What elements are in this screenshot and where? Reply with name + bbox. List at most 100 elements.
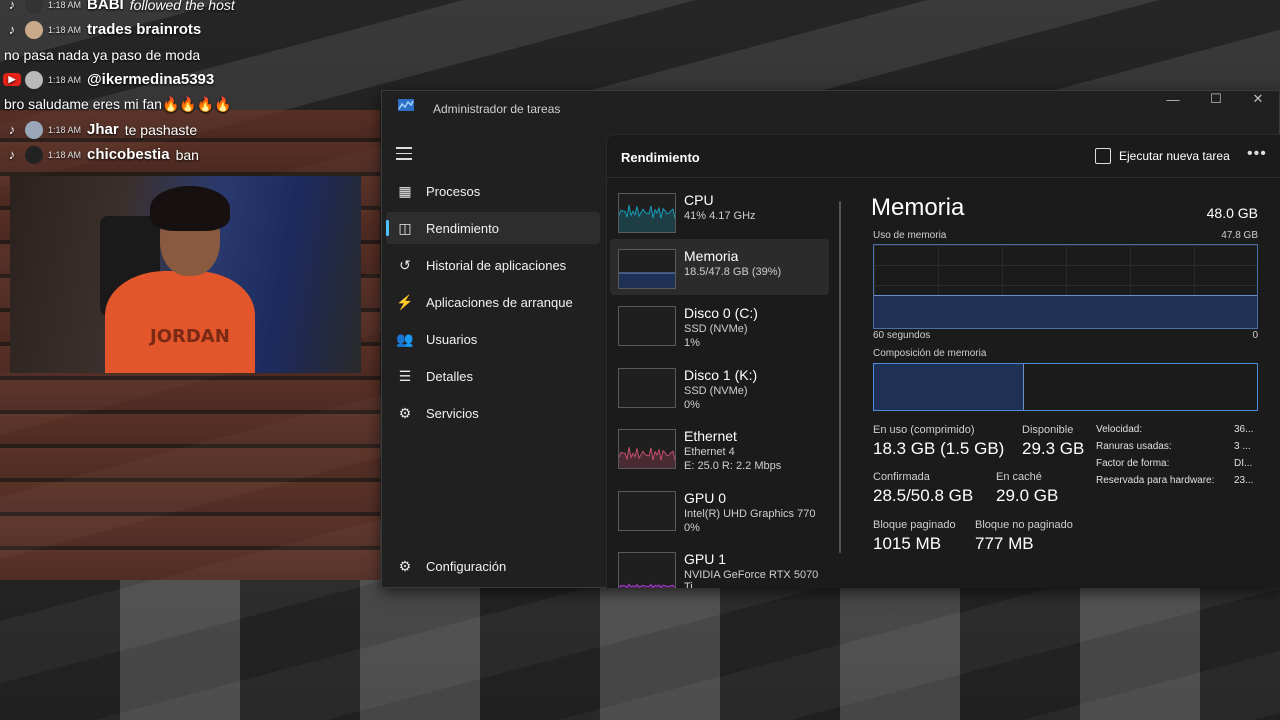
memory-stat: En uso (comprimido) 18.3 GB (1.5 GB): [873, 424, 1004, 459]
active-indicator: [386, 220, 389, 236]
resource-name: GPU 0: [684, 490, 727, 506]
resource-item-disco-0-c[interactable]: Disco 0 (C:) SSD (NVMe) 1%: [610, 296, 829, 352]
resource-name: GPU 1: [684, 551, 727, 567]
chat-text: ban: [175, 146, 199, 163]
performance-panel: Rendimiento Ejecutar nueva tarea ••• CPU…: [606, 134, 1280, 588]
maximize-button[interactable]: ☐: [1196, 91, 1236, 107]
youtube-icon: ▶: [3, 73, 21, 86]
sidebar-item-detalles[interactable]: ☰ Detalles: [386, 360, 600, 392]
memory-total: 48.0 GB: [1206, 205, 1258, 221]
sidebar-item-label: Servicios: [426, 405, 479, 421]
resource-name: Memoria: [684, 248, 739, 264]
memory-property: Factor de forma: DI...: [1096, 458, 1256, 473]
gpu1-usage-sparkline: [619, 583, 675, 588]
sidebar-item-usuarios[interactable]: 👥 Usuarios: [386, 323, 600, 355]
resource-list-scrollbar[interactable]: [839, 201, 841, 553]
chat-username: trades brainrots: [87, 21, 202, 38]
run-new-task-label: Ejecutar nueva tarea: [1119, 149, 1230, 163]
resource-item-memoria[interactable]: Memoria 18.5/47.8 GB (39%): [610, 239, 829, 295]
stream-chat: ♪ 1:18 AM BABI followed the host ♪ 1:18 AM tra…: [0, 0, 380, 167]
page-title: Rendimiento: [621, 150, 700, 165]
tiktok-icon: ♪: [8, 147, 16, 162]
resource-item-cpu[interactable]: CPU 41% 4.17 GHz: [610, 183, 829, 239]
resource-detail: SSD (NVMe): [684, 385, 748, 397]
resource-detail: SSD (NVMe): [684, 323, 748, 335]
memory-stat-value: 29.0 GB: [996, 486, 1059, 505]
startup-icon: ⚡: [396, 293, 414, 310]
more-options-icon[interactable]: •••: [1247, 145, 1267, 163]
minimize-button[interactable]: —: [1153, 91, 1193, 107]
chat-text: te pashaste: [124, 121, 198, 138]
settings-icon: ⚙: [398, 557, 412, 574]
sidebar-item-label: Detalles: [426, 368, 473, 384]
chat-message: ♪ 1:18 AM trades brainrots: [0, 17, 380, 42]
chat-message: ♪ 1:18 AM chicobestia ban: [0, 142, 380, 167]
resource-detail: Intel(R) UHD Graphics 770: [684, 508, 816, 520]
sidebar-item-aplicaciones-de-arranque[interactable]: ⚡ Aplicaciones de arranque: [386, 286, 600, 318]
chat-text: no pasa nada ya paso de moda: [4, 46, 201, 63]
tiktok-icon: ♪: [8, 0, 16, 12]
resource-detail: 1%: [684, 337, 700, 349]
resource-item-gpu-1[interactable]: GPU 1 NVIDIA GeForce RTX 5070 Ti: [610, 542, 829, 588]
memory-stat-value: 18.3 GB (1.5 GB): [873, 439, 1005, 458]
resource-name: CPU: [684, 192, 714, 208]
memory-property: Reservada para hardware: 23...: [1096, 475, 1256, 490]
eth-usage-sparkline: [619, 447, 675, 468]
mem-usage-sparkline: [619, 272, 675, 288]
memory-property-value: DI...: [1234, 458, 1253, 469]
sidebar-item-servicios[interactable]: ⚙ Servicios: [386, 397, 600, 429]
sidebar-item-procesos[interactable]: ▦ Procesos: [386, 175, 600, 207]
resource-item-ethernet[interactable]: Ethernet Ethernet 4 E: 25.0 R: 2.2 Mbps: [610, 419, 829, 475]
chat-message: no pasa nada ya paso de moda: [0, 42, 380, 67]
memory-stat-label: En uso (comprimido): [873, 424, 975, 436]
chat-message: bro saludame eres mi fan🔥🔥🔥🔥: [0, 92, 380, 117]
graph-axis-right: 0: [1252, 330, 1258, 341]
sidebar-item-label: Aplicaciones de arranque: [426, 294, 573, 310]
content-header: Rendimiento Ejecutar nueva tarea •••: [607, 135, 1280, 178]
close-button[interactable]: ✕: [1238, 91, 1278, 107]
memory-usage-fill: [874, 294, 1257, 328]
task-manager-icon: [398, 99, 414, 111]
performance-resource-list: CPU 41% 4.17 GHz Memoria 18.5/47.8 GB (39%)…: [607, 178, 839, 588]
chat-username: chicobestia: [87, 146, 170, 163]
memory-property-label: Ranuras usadas:: [1096, 441, 1172, 452]
avatar: [25, 20, 43, 39]
memory-property-value: 3 ...: [1234, 441, 1251, 452]
memory-composition-in-use: [874, 364, 1025, 410]
title-bar[interactable]: Administrador de tareas — ☐ ✕: [382, 91, 1279, 134]
resource-detail: E: 25.0 R: 2.2 Mbps: [684, 460, 782, 472]
sidebar-item-historial-de-aplicaciones[interactable]: ↺ Historial de aplicaciones: [386, 249, 600, 281]
sidebar-item-configuracion[interactable]: ⚙ Configuración: [386, 550, 600, 582]
resource-detail: 0%: [684, 399, 700, 411]
resource-thumbnail: [618, 552, 676, 588]
sidebar-item-label: Configuración: [426, 558, 507, 574]
run-new-task-button[interactable]: Ejecutar nueva tarea: [1095, 148, 1230, 164]
memory-property: Ranuras usadas: 3 ...: [1096, 441, 1256, 456]
memory-stat: Bloque no paginado 777 MB: [975, 519, 1073, 554]
memory-composition-bar: [873, 363, 1258, 411]
resource-item-disco-1-k[interactable]: Disco 1 (K:) SSD (NVMe) 0%: [610, 358, 829, 414]
resource-detail: 41% 4.17 GHz: [684, 210, 756, 222]
chat-username: @ikermedina5393: [87, 71, 215, 88]
hamburger-menu-icon[interactable]: [396, 147, 412, 161]
chat-timestamp: 1:18 AM: [48, 149, 82, 160]
memory-title: Memoria: [871, 194, 965, 221]
chat-timestamp: 1:18 AM: [48, 74, 82, 85]
memory-stat-value: 28.5/50.8 GB: [873, 486, 974, 505]
memory-stat-label: En caché: [996, 471, 1042, 483]
memory-stat-value: 29.3 GB: [1022, 439, 1085, 458]
memory-property: Velocidad: 36...: [1096, 424, 1256, 439]
resource-detail: 18.5/47.8 GB (39%): [684, 266, 782, 278]
performance-icon: ◫: [398, 219, 412, 236]
resource-thumbnail: [618, 429, 676, 469]
resource-thumbnail: [618, 249, 676, 289]
chat-timestamp: 1:18 AM: [48, 124, 82, 135]
resource-detail: Ethernet 4: [684, 446, 735, 458]
sidebar-item-label: Procesos: [426, 183, 481, 199]
streamer-shirt: [105, 271, 255, 373]
gpu-usage-sparkline: [619, 492, 675, 530]
resource-item-gpu-0[interactable]: GPU 0 Intel(R) UHD Graphics 770 0%: [610, 481, 829, 537]
graph-axis-left: 60 segundos: [873, 330, 931, 341]
sidebar-item-rendimiento[interactable]: ◫ Rendimiento: [386, 212, 600, 244]
shirt-logo-text: JORDAN: [150, 326, 230, 347]
